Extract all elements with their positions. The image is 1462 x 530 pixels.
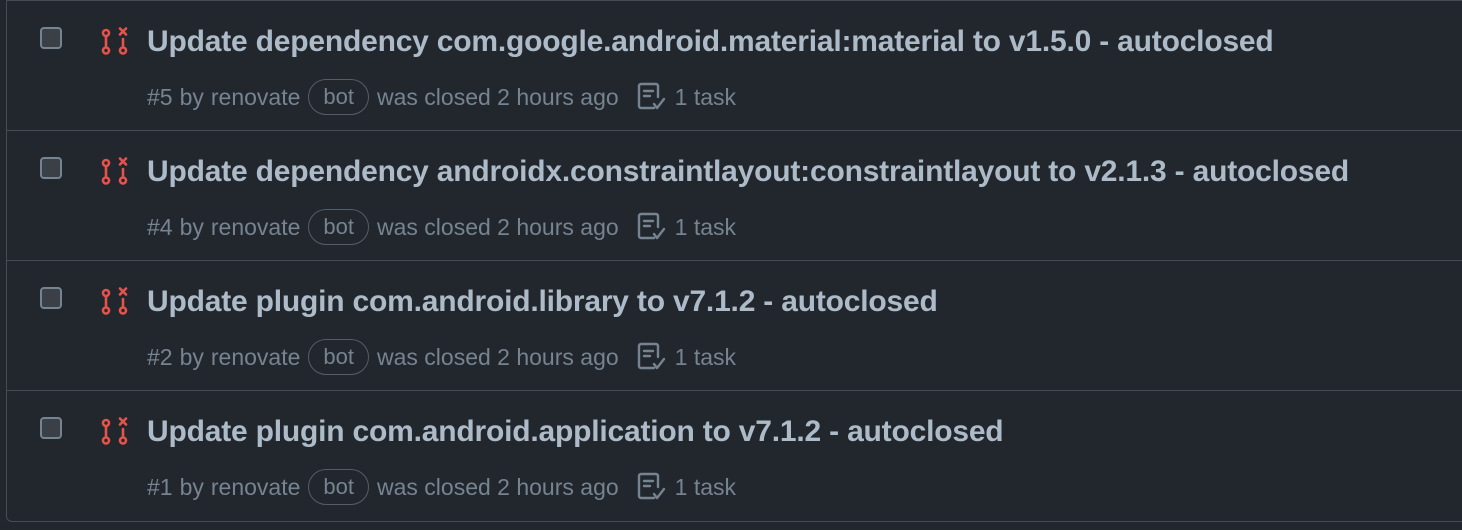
author-link[interactable]: renovate (211, 344, 301, 371)
pull-request-list: Update dependency com.google.android.mat… (6, 0, 1462, 522)
by-label: by (179, 213, 204, 240)
select-checkbox[interactable] (40, 417, 62, 439)
pull-request-title-link[interactable]: Update dependency androidx.constraintlay… (147, 155, 1349, 189)
closed-status-text: was closed 2 hours ago (377, 343, 619, 370)
task-count[interactable]: 1 task (675, 84, 736, 111)
author-link[interactable]: renovate (211, 474, 301, 501)
pull-request-meta: #1 by renovate bot was closed 2 hours ag… (147, 468, 736, 506)
task-count[interactable]: 1 task (675, 344, 736, 371)
by-label: by (179, 83, 204, 110)
task-count[interactable]: 1 task (675, 474, 736, 501)
pull-request-meta: #4 by renovate bot was closed 2 hours ag… (147, 208, 736, 246)
checklist-icon (637, 472, 665, 500)
author-link[interactable]: renovate (211, 214, 301, 241)
by-label: by (179, 343, 204, 370)
closed-status-text: was closed 2 hours ago (377, 213, 619, 240)
checklist-icon (637, 82, 665, 110)
git-pull-request-closed-icon (101, 417, 128, 445)
pull-request-number: #4 (147, 213, 173, 240)
pull-request-row: Update dependency androidx.constraintlay… (7, 131, 1462, 261)
task-count[interactable]: 1 task (675, 214, 736, 241)
bot-badge: bot (308, 79, 369, 115)
pull-request-number: #5 (147, 83, 173, 110)
pull-request-title-link[interactable]: Update dependency com.google.android.mat… (147, 25, 1274, 59)
closed-status-text: was closed 2 hours ago (377, 83, 619, 110)
pull-request-row: Update plugin com.android.library to v7.… (7, 261, 1462, 391)
pull-request-title-link[interactable]: Update plugin com.android.library to v7.… (147, 285, 938, 319)
author-link[interactable]: renovate (211, 84, 301, 111)
pull-request-number: #1 (147, 473, 173, 500)
select-checkbox[interactable] (40, 287, 62, 309)
closed-status-text: was closed 2 hours ago (377, 473, 619, 500)
checklist-icon (637, 342, 665, 370)
pull-request-meta: #2 by renovate bot was closed 2 hours ag… (147, 338, 736, 376)
pull-request-row: Update plugin com.android.application to… (7, 391, 1462, 521)
git-pull-request-closed-icon (101, 27, 128, 55)
by-label: by (179, 473, 204, 500)
git-pull-request-closed-icon (101, 287, 128, 315)
bot-badge: bot (308, 469, 369, 505)
select-checkbox[interactable] (40, 27, 62, 49)
git-pull-request-closed-icon (101, 157, 128, 185)
select-checkbox[interactable] (40, 157, 62, 179)
pull-request-meta: #5 by renovate bot was closed 2 hours ag… (147, 78, 736, 116)
bot-badge: bot (308, 209, 369, 245)
pull-request-number: #2 (147, 343, 173, 370)
bot-badge: bot (308, 339, 369, 375)
pull-request-title-link[interactable]: Update plugin com.android.application to… (147, 415, 1004, 449)
checklist-icon (637, 212, 665, 240)
pull-request-row: Update dependency com.google.android.mat… (7, 1, 1462, 131)
